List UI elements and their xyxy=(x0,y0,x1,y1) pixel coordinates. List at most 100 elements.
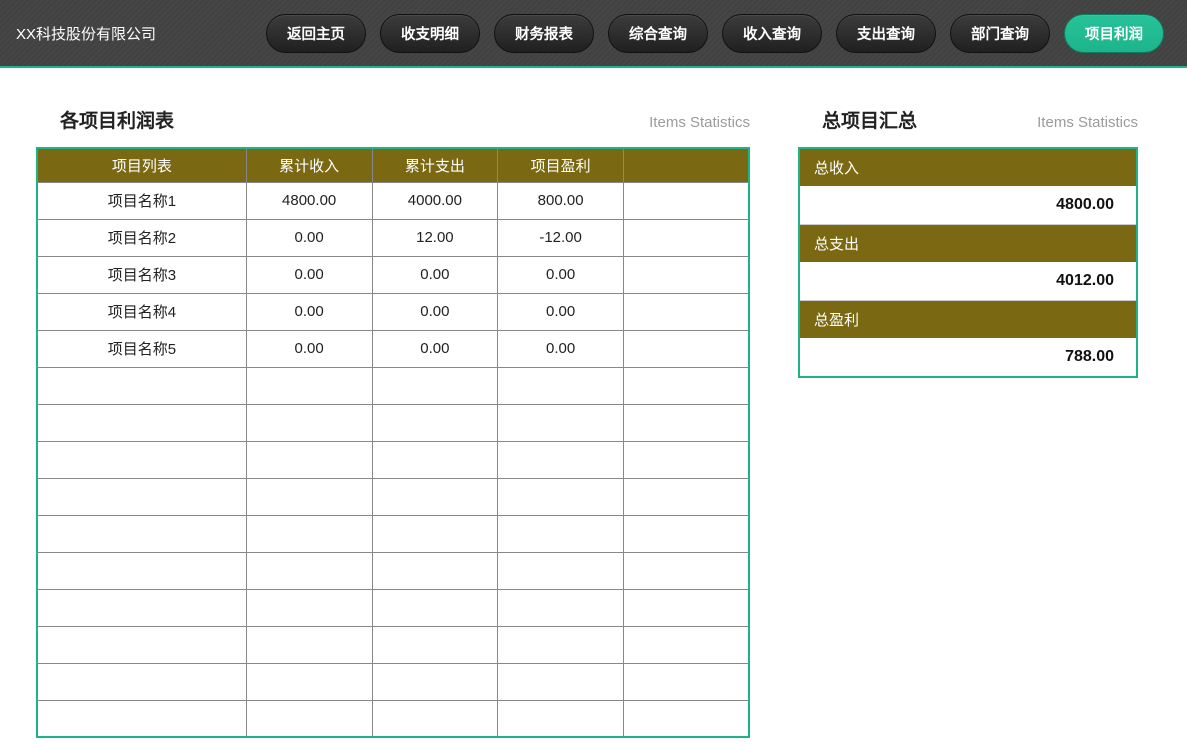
cell-empty xyxy=(623,700,749,737)
topbar: XX科技股份有限公司 返回主页收支明细财务报表综合查询收入查询支出查询部门查询项… xyxy=(0,0,1187,68)
cell-empty xyxy=(37,515,246,552)
cell-empty xyxy=(372,478,498,515)
cell-empty xyxy=(246,515,372,552)
summary-value-1: 4012.00 xyxy=(800,262,1136,301)
cell: 4000.00 xyxy=(372,182,498,219)
cell-empty xyxy=(246,367,372,404)
cell: 0.00 xyxy=(498,330,624,367)
nav-btn-4[interactable]: 收入查询 xyxy=(722,14,822,53)
cell-empty xyxy=(623,367,749,404)
summary-label-2: 总盈利 xyxy=(800,301,1136,338)
cell-empty xyxy=(246,589,372,626)
profit-col-1: 累计收入 xyxy=(246,148,372,182)
table-row-empty xyxy=(37,552,749,589)
summary-value-0: 4800.00 xyxy=(800,186,1136,225)
table-row-empty xyxy=(37,478,749,515)
cell xyxy=(623,182,749,219)
cell-empty xyxy=(37,626,246,663)
nav-btn-7[interactable]: 项目利润 xyxy=(1064,14,1164,53)
cell: 0.00 xyxy=(246,219,372,256)
cell-empty xyxy=(246,404,372,441)
cell-empty xyxy=(498,441,624,478)
cell-empty xyxy=(623,404,749,441)
cell: 项目名称5 xyxy=(37,330,246,367)
cell-empty xyxy=(623,626,749,663)
company-name: XX科技股份有限公司 xyxy=(16,23,156,44)
cell-empty xyxy=(498,404,624,441)
cell-empty xyxy=(246,663,372,700)
cell-empty xyxy=(623,478,749,515)
cell-empty xyxy=(498,589,624,626)
cell-empty xyxy=(37,663,246,700)
cell: 0.00 xyxy=(246,293,372,330)
table-row[interactable]: 项目名称40.000.000.00 xyxy=(37,293,749,330)
nav-btn-0[interactable]: 返回主页 xyxy=(266,14,366,53)
profit-col-4 xyxy=(623,148,749,182)
cell-empty xyxy=(372,663,498,700)
cell-empty xyxy=(372,552,498,589)
cell: 0.00 xyxy=(372,293,498,330)
cell-empty xyxy=(498,552,624,589)
cell xyxy=(623,293,749,330)
profit-table: 项目列表累计收入累计支出项目盈利项目名称14800.004000.00800.0… xyxy=(36,147,750,738)
cell-empty xyxy=(623,663,749,700)
cell-empty xyxy=(623,589,749,626)
cell: 0.00 xyxy=(498,256,624,293)
cell-empty xyxy=(37,478,246,515)
cell: 0.00 xyxy=(246,256,372,293)
nav-btn-5[interactable]: 支出查询 xyxy=(836,14,936,53)
cell-empty xyxy=(37,589,246,626)
cell-empty xyxy=(37,441,246,478)
profit-col-3: 项目盈利 xyxy=(498,148,624,182)
cell-empty xyxy=(372,515,498,552)
summary-label-0: 总收入 xyxy=(800,149,1136,186)
cell-empty xyxy=(372,626,498,663)
table-row[interactable]: 项目名称30.000.000.00 xyxy=(37,256,749,293)
cell xyxy=(623,330,749,367)
nav-btn-2[interactable]: 财务报表 xyxy=(494,14,594,53)
right-panel-subtitle: Items Statistics xyxy=(1037,114,1138,131)
cell: 项目名称3 xyxy=(37,256,246,293)
cell-empty xyxy=(498,478,624,515)
table-row-empty xyxy=(37,367,749,404)
cell-empty xyxy=(372,700,498,737)
summary-label-1: 总支出 xyxy=(800,225,1136,262)
cell: 0.00 xyxy=(246,330,372,367)
cell-empty xyxy=(498,515,624,552)
cell: 0.00 xyxy=(372,330,498,367)
nav-btn-6[interactable]: 部门查询 xyxy=(950,14,1050,53)
content: 各项目利润表 Items Statistics 项目列表累计收入累计支出项目盈利… xyxy=(0,68,1187,744)
table-row-empty xyxy=(37,589,749,626)
cell: 项目名称1 xyxy=(37,182,246,219)
table-row-empty xyxy=(37,441,749,478)
cell-empty xyxy=(372,441,498,478)
panel-summary: 总项目汇总 Items Statistics 总收入4800.00总支出4012… xyxy=(798,106,1138,744)
table-row[interactable]: 项目名称50.000.000.00 xyxy=(37,330,749,367)
left-panel-subtitle: Items Statistics xyxy=(649,114,750,131)
cell-empty xyxy=(372,367,498,404)
cell-empty xyxy=(372,589,498,626)
cell-empty xyxy=(246,441,372,478)
cell: 项目名称2 xyxy=(37,219,246,256)
cell: 12.00 xyxy=(372,219,498,256)
table-row-empty xyxy=(37,515,749,552)
table-row[interactable]: 项目名称20.0012.00-12.00 xyxy=(37,219,749,256)
cell: 0.00 xyxy=(498,293,624,330)
nav-btn-1[interactable]: 收支明细 xyxy=(380,14,480,53)
cell: 4800.00 xyxy=(246,182,372,219)
nav: 返回主页收支明细财务报表综合查询收入查询支出查询部门查询项目利润 xyxy=(266,14,1164,53)
right-panel-title: 总项目汇总 xyxy=(822,106,917,133)
table-row[interactable]: 项目名称14800.004000.00800.00 xyxy=(37,182,749,219)
cell-empty xyxy=(498,700,624,737)
cell: -12.00 xyxy=(498,219,624,256)
cell: 项目名称4 xyxy=(37,293,246,330)
nav-btn-3[interactable]: 综合查询 xyxy=(608,14,708,53)
panel-profit-table: 各项目利润表 Items Statistics 项目列表累计收入累计支出项目盈利… xyxy=(36,106,750,744)
cell-empty xyxy=(623,515,749,552)
table-row-empty xyxy=(37,626,749,663)
cell-empty xyxy=(623,441,749,478)
cell-empty xyxy=(498,663,624,700)
cell-empty xyxy=(498,367,624,404)
cell xyxy=(623,219,749,256)
left-panel-title: 各项目利润表 xyxy=(60,106,174,133)
